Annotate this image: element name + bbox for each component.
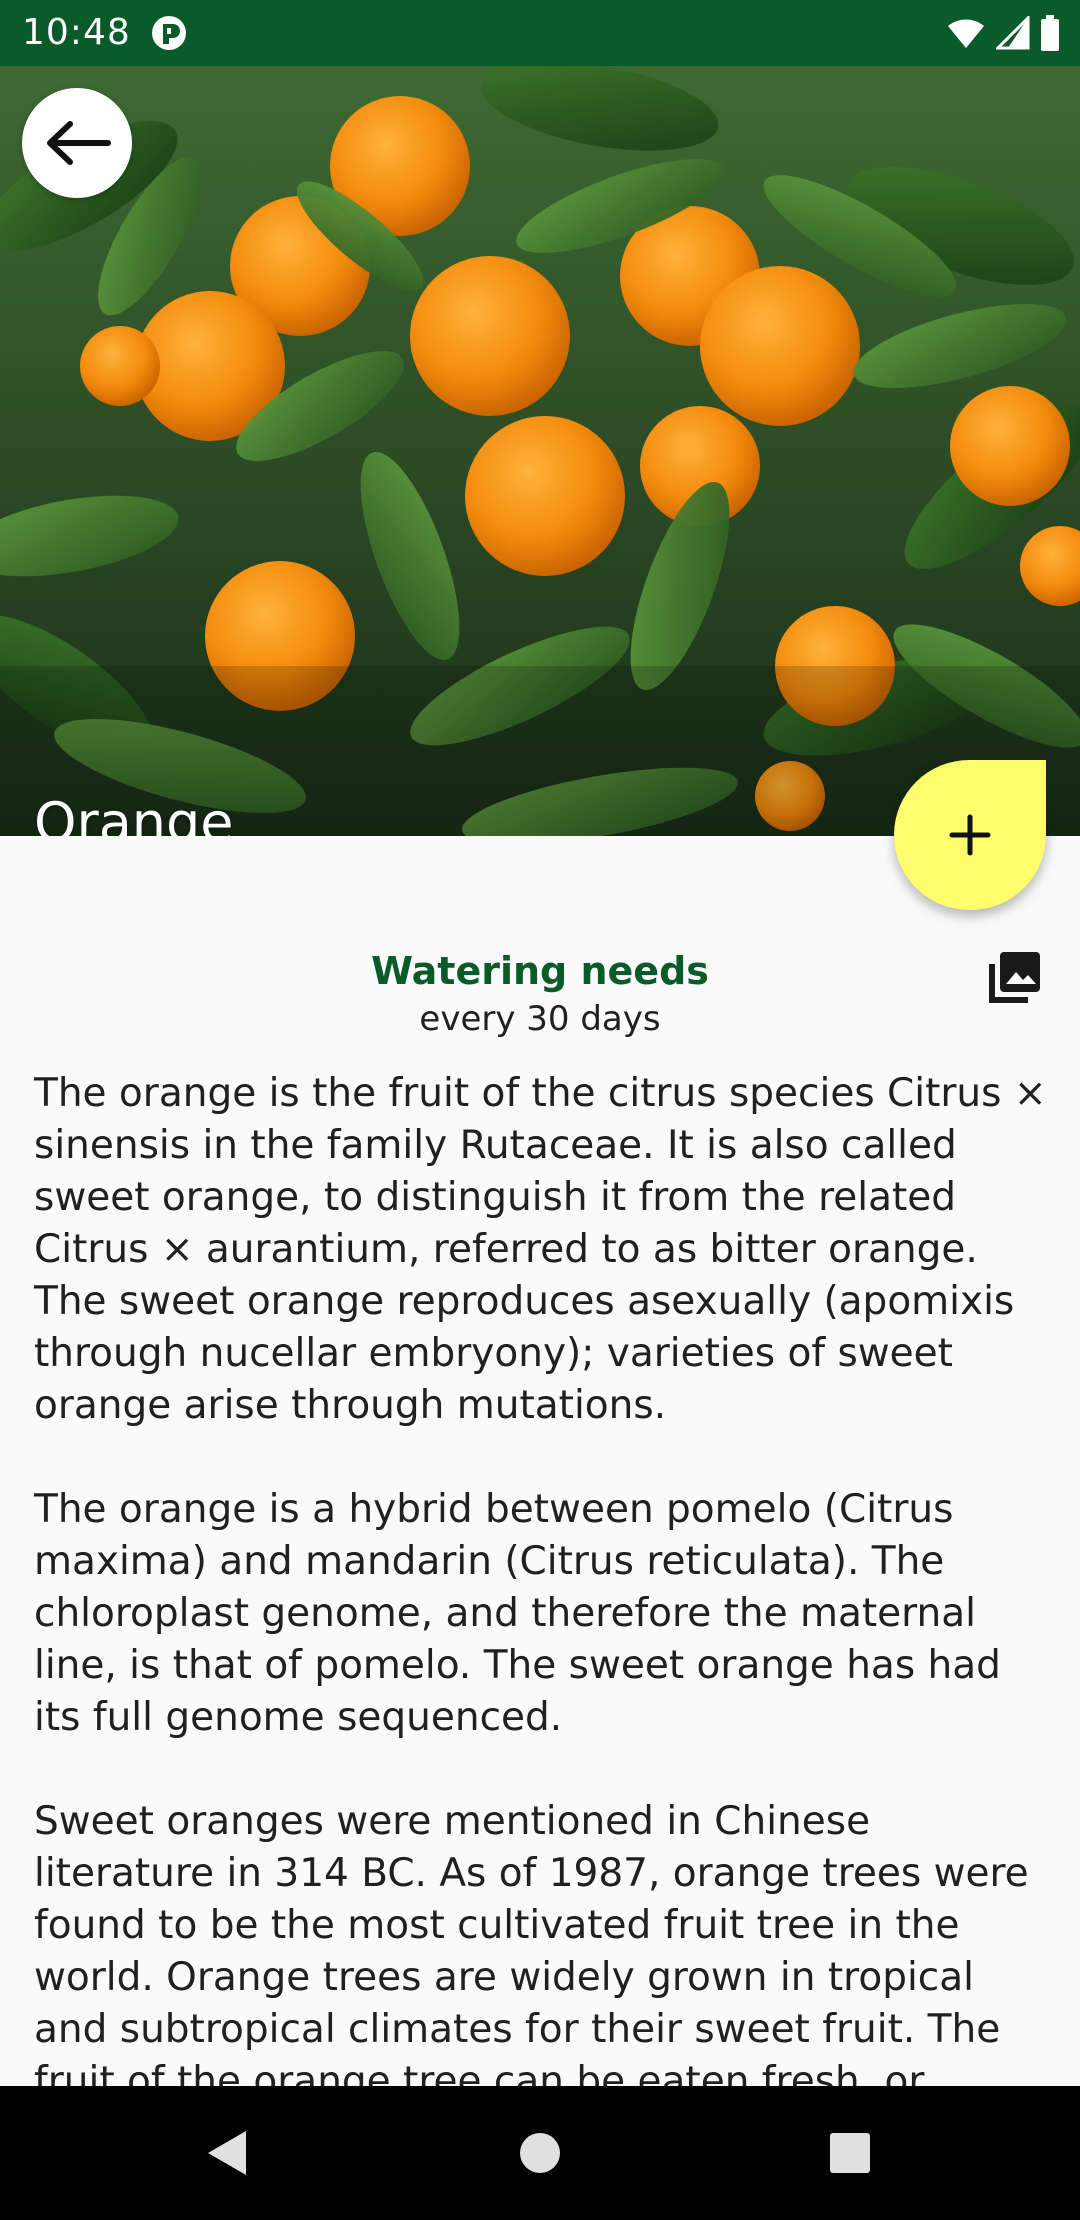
watering-value: every 30 days	[419, 999, 661, 1039]
orange-tree-photo	[0, 66, 1080, 836]
app-notification-icon	[152, 16, 186, 50]
watering-section: Watering needs every 30 days	[0, 946, 1080, 1042]
status-icons	[946, 14, 1060, 52]
description-paragraph: The orange is the fruit of the citrus sp…	[34, 1071, 1047, 1428]
back-button[interactable]	[22, 88, 132, 198]
plant-title: Orange	[34, 791, 234, 836]
hero-image: Orange	[0, 66, 1080, 836]
signal-icon	[996, 16, 1030, 50]
plus-icon	[949, 814, 991, 856]
wifi-icon	[948, 19, 984, 48]
home-circle-icon[interactable]	[480, 2086, 600, 2220]
plant-description: The orange is the fruit of the citrus sp…	[34, 1068, 1050, 2212]
status-bar: 10:48	[0, 0, 1080, 66]
back-triangle-icon[interactable]	[166, 2086, 286, 2220]
gallery-icon[interactable]	[984, 948, 1044, 1008]
status-time: 10:48	[22, 12, 131, 53]
description-paragraph: The orange is a hybrid between pomelo (C…	[34, 1487, 1001, 1740]
add-button[interactable]	[894, 760, 1046, 910]
recents-square-icon[interactable]	[790, 2086, 910, 2220]
battery-icon	[1041, 15, 1059, 51]
system-nav-bar	[0, 2086, 1080, 2220]
watering-label: Watering needs	[371, 949, 709, 993]
arrow-back-icon	[47, 121, 111, 165]
